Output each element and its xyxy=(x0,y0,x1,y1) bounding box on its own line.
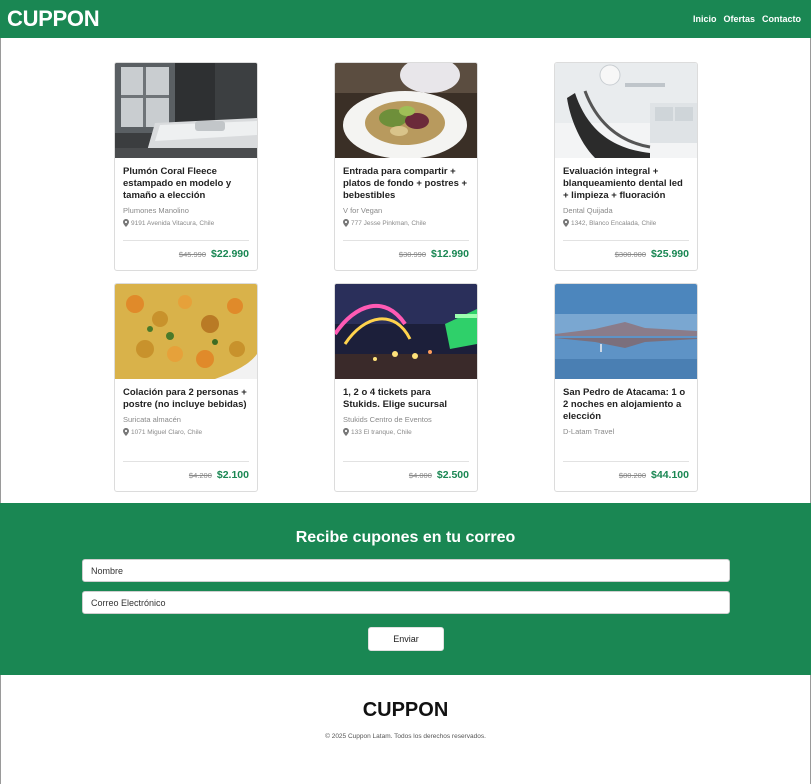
deal-title[interactable]: San Pedro de Atacama: 1 o 2 noches en al… xyxy=(563,387,689,423)
deal-card[interactable]: Evaluación integral + blanqueamiento den… xyxy=(554,62,698,271)
deal-merchant: Suricata almacén xyxy=(123,415,181,424)
price-row: $45.990 $22.990 xyxy=(123,241,249,270)
name-input[interactable] xyxy=(82,559,730,582)
deals-grid: Plumón Coral Fleece estampado en modelo … xyxy=(114,62,698,492)
new-price: $22.990 xyxy=(211,248,249,260)
old-price: $4.200 xyxy=(188,471,212,480)
dental-chair-photo[interactable] xyxy=(555,63,697,158)
submit-button[interactable]: Enviar xyxy=(368,627,444,651)
newsletter-title: Recibe cupones en tu correo xyxy=(295,529,516,546)
nav-link-contacto[interactable]: Contacto xyxy=(762,14,801,24)
price-row: $4.200 $2.100 xyxy=(123,462,249,491)
nav-link-ofertas[interactable]: Ofertas xyxy=(723,14,755,24)
atacama-lagoon-photo[interactable] xyxy=(555,284,697,379)
new-price: $25.990 xyxy=(651,248,689,260)
deal-address-text: 1342, Blanco Encalada, Chile xyxy=(571,219,657,227)
location-pin-icon xyxy=(343,428,349,436)
footer-copyright: © 2025 Cuppon Latam. Todos los derechos … xyxy=(325,733,486,740)
deal-merchant: Plumones Manolino xyxy=(123,206,189,215)
deal-title[interactable]: Entrada para compartir + platos de fondo… xyxy=(343,166,469,202)
deal-merchant: Stukids Centro de Eventos xyxy=(343,415,432,424)
site-header: CUPPON Inicio Ofertas Contacto xyxy=(0,0,811,38)
rice-dish-photo[interactable] xyxy=(115,284,257,379)
main-nav: Inicio Ofertas Contacto xyxy=(693,14,801,24)
location-pin-icon xyxy=(123,428,129,436)
old-price: $80.200 xyxy=(618,471,647,480)
nav-link-inicio[interactable]: Inicio xyxy=(693,14,717,24)
old-price: $30.990 xyxy=(398,250,427,259)
salad-plate-photo[interactable] xyxy=(335,63,477,158)
deal-merchant: Dental Quijada xyxy=(563,206,613,215)
price-row: $300.000 $25.990 xyxy=(563,241,689,270)
deal-address: 777 Jesse Pinkman, Chile xyxy=(343,219,469,227)
deal-address: 1342, Blanco Encalada, Chile xyxy=(563,219,689,227)
old-price: $45.990 xyxy=(178,250,207,259)
deal-address: 133 El tranque, Chile xyxy=(343,428,469,436)
newsletter-section: Recibe cupones en tu correo Enviar xyxy=(0,503,811,675)
deal-merchant: V for Vegan xyxy=(343,206,383,215)
new-price: $2.500 xyxy=(436,469,469,481)
new-price: $2.100 xyxy=(216,469,249,481)
deal-address-text: 1071 Miguel Claro, Chile xyxy=(131,428,203,436)
deal-card[interactable]: Entrada para compartir + platos de fondo… xyxy=(334,62,478,271)
deal-title[interactable]: 1, 2 o 4 tickets para Stukids. Elige suc… xyxy=(343,387,469,411)
price-row: $80.200 $44.100 xyxy=(563,462,689,491)
deal-address: 9191 Avenida Vitacura, Chile xyxy=(123,219,249,227)
deal-card[interactable]: Plumón Coral Fleece estampado en modelo … xyxy=(114,62,258,271)
location-pin-icon xyxy=(343,219,349,227)
deal-card[interactable]: San Pedro de Atacama: 1 o 2 noches en al… xyxy=(554,283,698,492)
location-pin-icon xyxy=(123,219,129,227)
deal-address: 1071 Miguel Claro, Chile xyxy=(123,428,249,436)
email-input[interactable] xyxy=(82,591,730,614)
footer-logo: CUPPON xyxy=(362,699,449,721)
location-pin-icon xyxy=(563,219,569,227)
deal-address-text: 133 El tranque, Chile xyxy=(351,428,412,436)
site-logo[interactable]: CUPPON xyxy=(7,6,100,32)
new-price: $44.100 xyxy=(651,469,689,481)
new-price: $12.990 xyxy=(431,248,469,260)
deal-title[interactable]: Colación para 2 personas + postre (no in… xyxy=(123,387,249,411)
price-row: $30.990 $12.990 xyxy=(343,241,469,270)
deal-address-text: 9191 Avenida Vitacura, Chile xyxy=(131,219,215,227)
old-price: $300.000 xyxy=(614,250,647,259)
deal-address-text: 777 Jesse Pinkman, Chile xyxy=(351,219,427,227)
price-row: $4.000 $2.500 xyxy=(343,462,469,491)
deal-title[interactable]: Plumón Coral Fleece estampado en modelo … xyxy=(123,166,249,202)
amusement-park-photo[interactable] xyxy=(335,284,477,379)
old-price: $4.000 xyxy=(408,471,432,480)
bedroom-bed-photo[interactable] xyxy=(115,63,257,158)
deal-card[interactable]: Colación para 2 personas + postre (no in… xyxy=(114,283,258,492)
deal-card[interactable]: 1, 2 o 4 tickets para Stukids. Elige suc… xyxy=(334,283,478,492)
deal-title[interactable]: Evaluación integral + blanqueamiento den… xyxy=(563,166,689,202)
deal-merchant: D-Latam Travel xyxy=(563,427,615,436)
